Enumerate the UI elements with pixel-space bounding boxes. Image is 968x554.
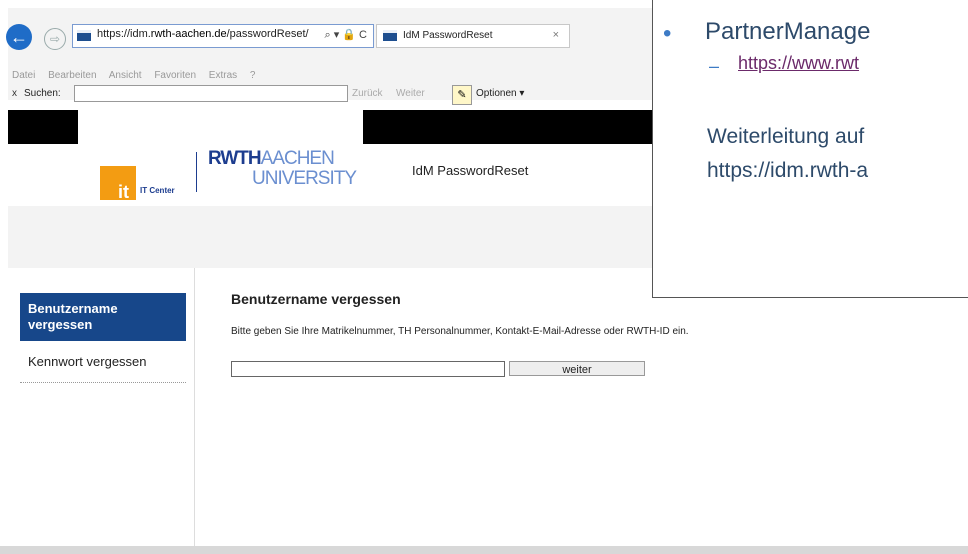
- tab-idm-passwordreset[interactable]: IdM PasswordReset ×: [376, 24, 570, 48]
- logo-divider: [196, 152, 197, 192]
- tab-favicon-icon: [383, 30, 397, 41]
- url-path: /passwordReset/: [226, 28, 309, 40]
- menu-extras[interactable]: Extras: [209, 70, 237, 81]
- dash-icon: –: [709, 56, 720, 76]
- url-domain: rwth-aachen.de: [150, 28, 227, 40]
- instructions-text: Bitte geben Sie Ihre Matrikelnummer, TH …: [231, 326, 689, 337]
- sidebar-item-label: Benutzername vergessen: [28, 301, 118, 332]
- menu-bar: Datei Bearbeiten Ansicht Favoriten Extra…: [12, 70, 265, 81]
- address-url[interactable]: https://idm.rwth-aachen.de/passwordReset…: [97, 28, 309, 40]
- menu-datei[interactable]: Datei: [12, 70, 35, 81]
- address-bar[interactable]: https://idm.rwth-aachen.de/passwordReset…: [72, 24, 374, 48]
- menu-bearbeiten[interactable]: Bearbeiten: [48, 70, 96, 81]
- address-tools-icons[interactable]: ⌕ ▾ 🔒 C: [325, 28, 368, 42]
- it-center-logo: it: [100, 166, 136, 202]
- tab-close-icon[interactable]: ×: [553, 29, 559, 41]
- university-logo-text: UNIVERSITY: [252, 168, 357, 189]
- find-label: Suchen:: [24, 88, 61, 99]
- find-close-icon[interactable]: x: [12, 88, 17, 99]
- overlay-title: PartnerManage: [705, 18, 871, 45]
- page-title: Benutzername vergessen: [231, 291, 401, 307]
- logo-area: it IT Center RWTHAACHEN UNIVERSITY: [78, 110, 363, 208]
- slide-overlay: • PartnerManage – https://www.rwt Weiter…: [652, 0, 968, 298]
- sidebar-divider: [194, 268, 195, 554]
- rwth-logo-light: AACHEN: [260, 148, 335, 169]
- find-input[interactable]: [74, 85, 348, 102]
- back-button[interactable]: ←: [6, 24, 32, 50]
- footer-bar: [0, 546, 968, 554]
- bullet-icon: •: [663, 20, 672, 47]
- find-next-button[interactable]: Weiter: [396, 88, 425, 99]
- weiter-button[interactable]: weiter: [509, 361, 645, 376]
- rwth-logo-bold: RWTH: [208, 148, 262, 169]
- overlay-link[interactable]: https://www.rwt: [738, 53, 859, 74]
- find-options-button[interactable]: Optionen ▾: [476, 88, 524, 99]
- redirect-text: Weiterleitung auf: [707, 125, 865, 148]
- sidebar-item-label: Kennwort vergessen: [28, 354, 147, 369]
- rwth-logo: RWTHAACHEN: [208, 148, 335, 170]
- redirect-url: https://idm.rwth-a: [707, 159, 869, 182]
- id-input[interactable]: [231, 361, 505, 377]
- it-center-label: IT Center: [140, 186, 175, 195]
- menu-help[interactable]: ?: [250, 70, 256, 81]
- sidebar-item-kennwort-vergessen[interactable]: Kennwort vergessen: [20, 346, 186, 383]
- tab-title: IdM PasswordReset: [403, 30, 493, 41]
- menu-ansicht[interactable]: Ansicht: [109, 70, 142, 81]
- sidebar-item-benutzername-vergessen[interactable]: Benutzername vergessen: [20, 293, 186, 341]
- menu-favoriten[interactable]: Favoriten: [154, 70, 196, 81]
- forward-button[interactable]: ⇨: [44, 28, 66, 50]
- find-previous-button[interactable]: Zurück: [352, 88, 383, 99]
- app-title: IdM PasswordReset: [412, 163, 529, 178]
- options-pencil-icon[interactable]: ✎: [452, 85, 472, 105]
- url-prefix: https://idm.: [97, 28, 151, 40]
- site-favicon-icon: [77, 30, 91, 41]
- it-logo-text: it: [118, 182, 129, 202]
